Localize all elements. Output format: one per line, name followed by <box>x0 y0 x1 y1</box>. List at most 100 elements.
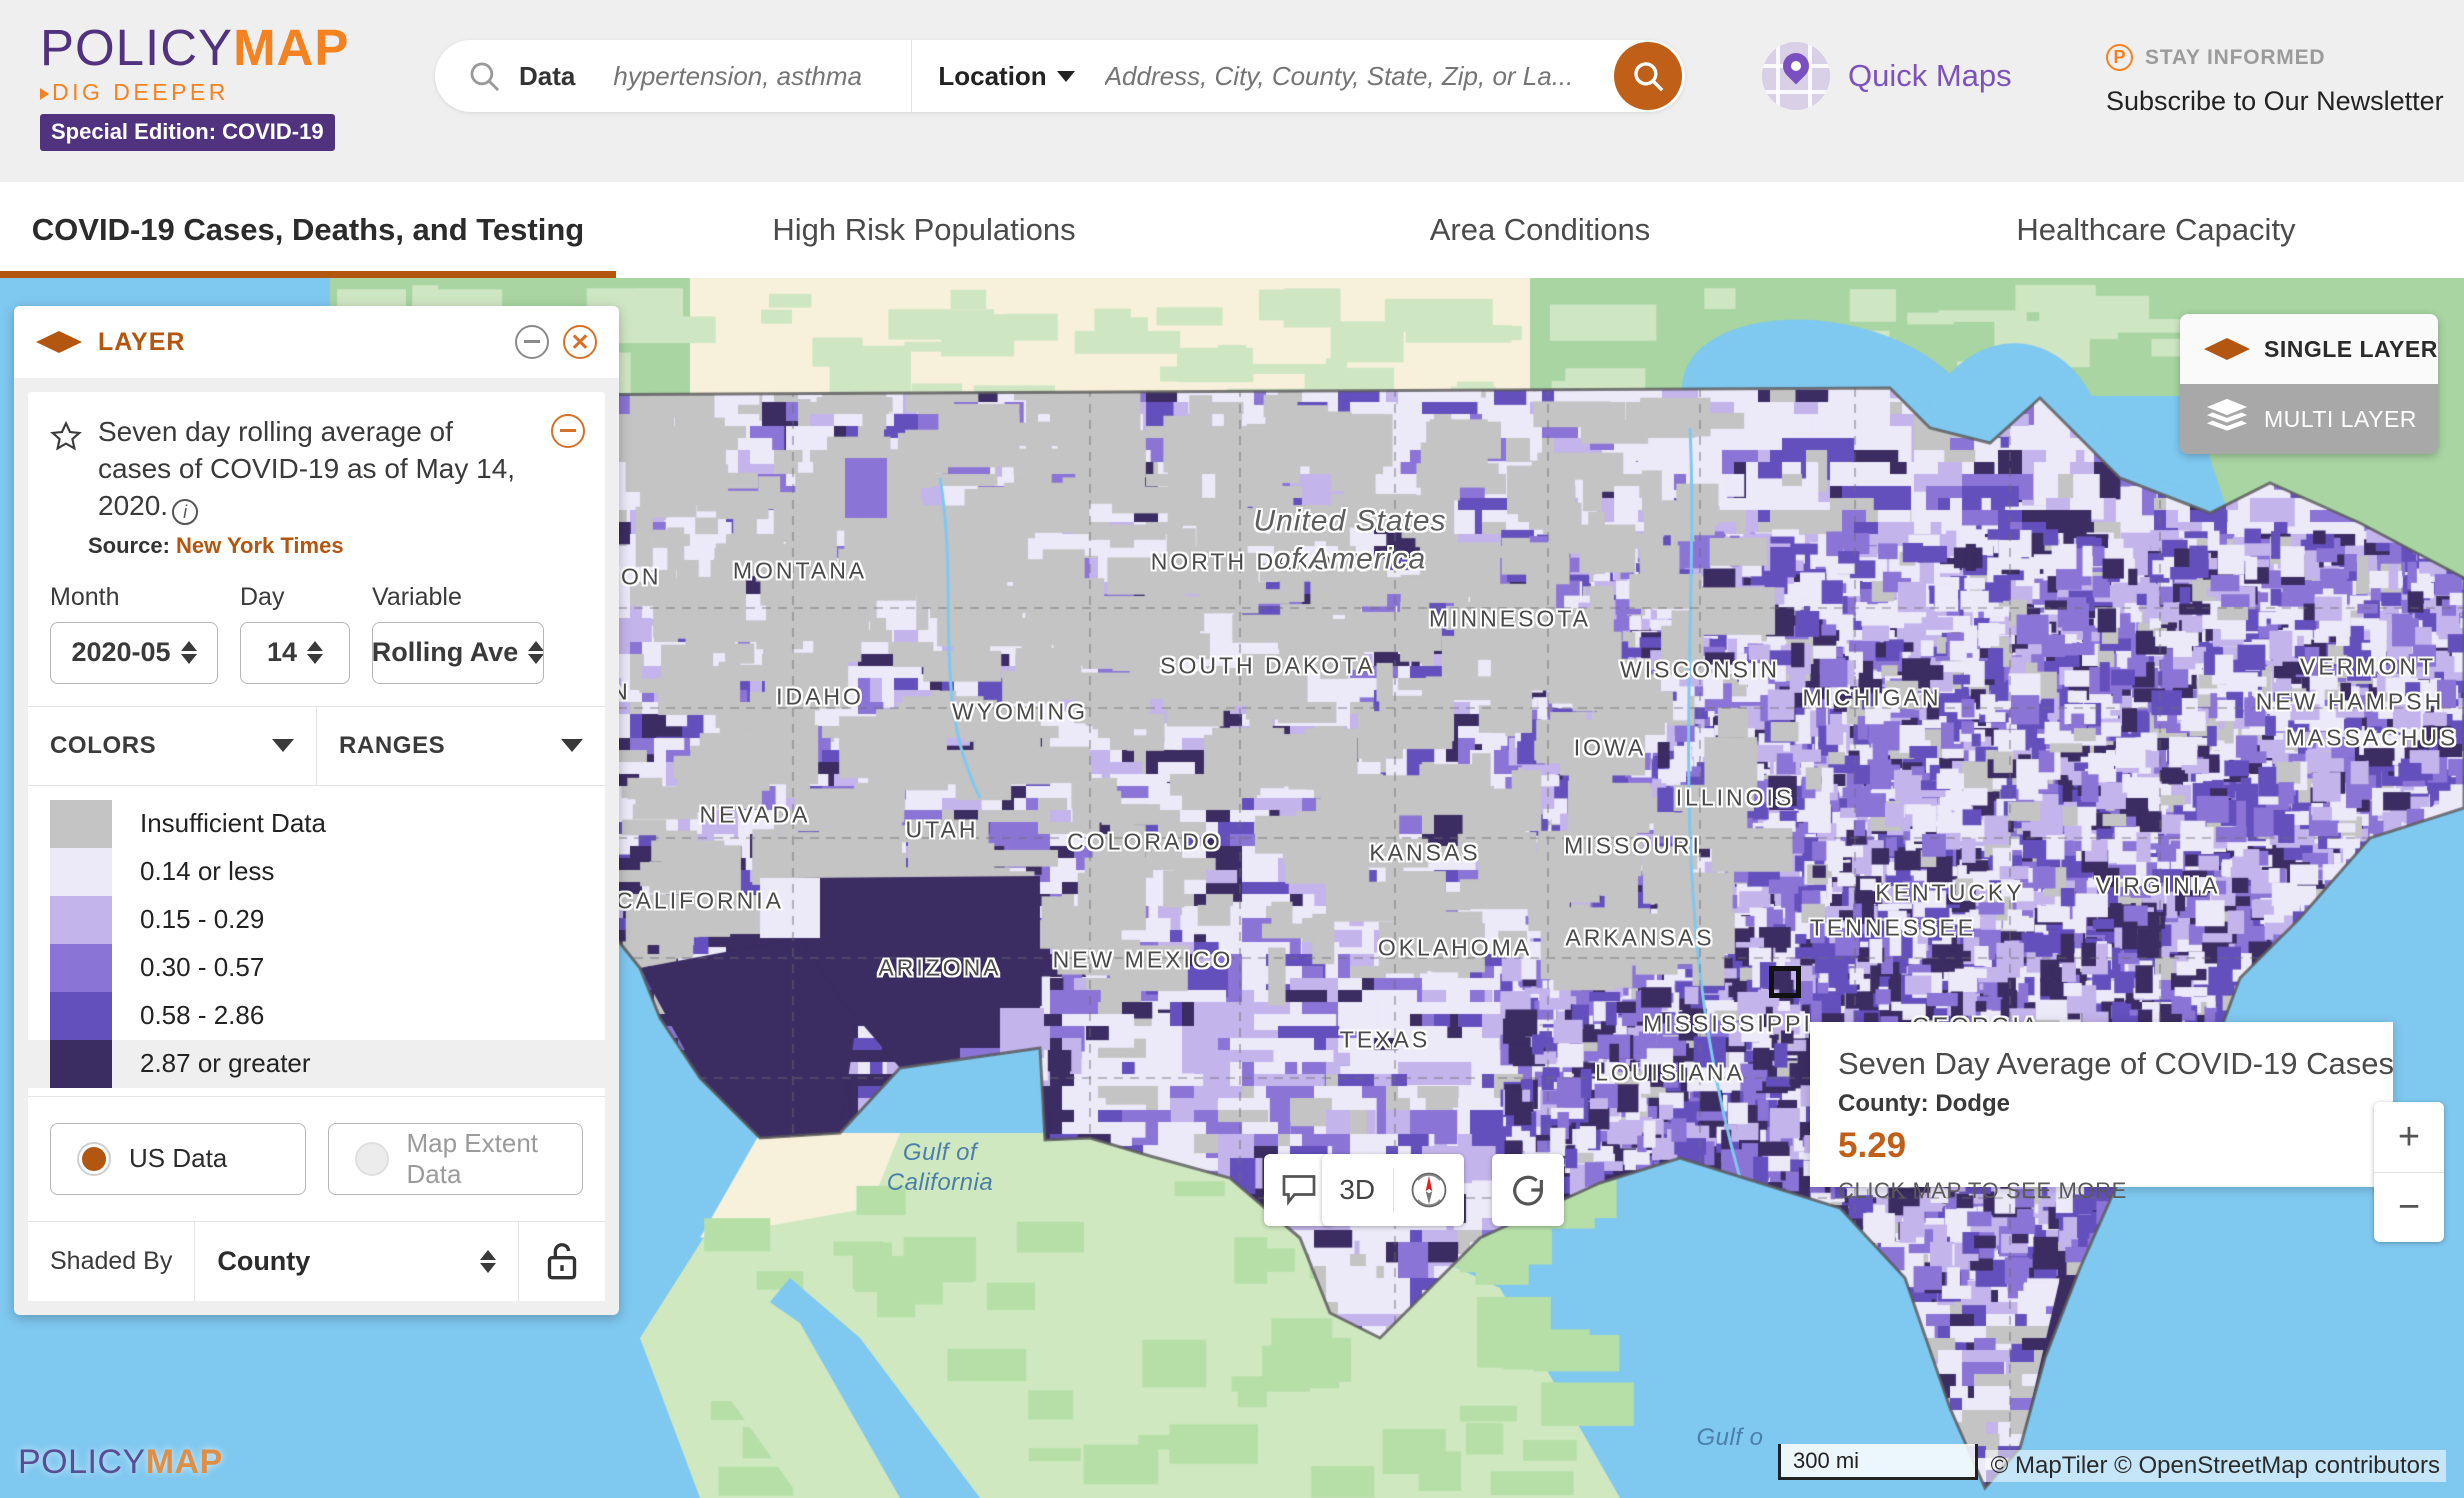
legend-label: 0.30 - 0.57 <box>140 952 265 983</box>
star-icon[interactable] <box>50 420 82 525</box>
colors-label: COLORS <box>50 731 157 759</box>
ranges-label: RANGES <box>339 731 446 759</box>
legend-swatch <box>50 799 112 848</box>
logo-wordmark: POLICYMAP <box>40 22 360 73</box>
layer-source-row: Source: New York Times <box>28 525 605 579</box>
variable-selector-group: Variable Rolling Ave <box>372 583 544 684</box>
3d-and-compass-group[interactable]: 3D <box>1322 1154 1464 1226</box>
app-header: POLICYMAP DIG DEEPER Special Edition: CO… <box>0 0 2464 182</box>
legend-row[interactable]: 2.87 or greater <box>28 1039 605 1088</box>
tab-area-conditions[interactable]: Area Conditions <box>1232 182 1848 278</box>
search-submit-button[interactable] <box>1614 42 1682 110</box>
logo-tagline-text: DIG DEEPER <box>52 79 229 105</box>
legend-label: 2.87 or greater <box>140 1048 311 1079</box>
data-extent-options: US Data Map Extent Data <box>28 1095 605 1221</box>
tab-healthcare-capacity[interactable]: Healthcare Capacity <box>1848 182 2464 278</box>
chevron-down-icon <box>272 739 294 753</box>
quick-maps-icon <box>1762 42 1830 110</box>
legend-row[interactable]: 0.30 - 0.57 <box>28 943 605 992</box>
month-value: 2020-05 <box>71 637 171 668</box>
single-layer-label: SINGLE LAYER <box>2264 335 2438 362</box>
variable-label: Variable <box>372 582 462 611</box>
legend-label: Insufficient Data <box>140 808 326 839</box>
stack-icon <box>2204 397 2250 442</box>
layer-panel-header-actions: ✕ <box>515 325 597 359</box>
layer-description: Seven day rolling average of cases of CO… <box>98 414 583 525</box>
scale-label: 300 mi <box>1793 1447 1860 1473</box>
day-selector-group: Day 14 <box>240 583 350 684</box>
special-edition-badge: Special Edition: COVID-19 <box>40 114 335 151</box>
minimize-panel-button[interactable] <box>515 325 549 359</box>
radio-selected-icon <box>77 1141 111 1176</box>
quick-maps-button[interactable]: Quick Maps <box>1762 42 2012 110</box>
logo-tagline: DIG DEEPER <box>40 79 360 106</box>
diamond-icon <box>36 331 82 353</box>
3d-label: 3D <box>1339 1174 1376 1205</box>
multi-layer-option[interactable]: MULTI LAYER <box>2180 384 2438 454</box>
colors-dropdown[interactable]: COLORS <box>28 707 316 785</box>
ranges-dropdown[interactable]: RANGES <box>316 706 605 785</box>
compass-icon[interactable] <box>1392 1168 1465 1212</box>
stepper-arrows-icon <box>307 641 324 665</box>
us-data-label: US Data <box>129 1143 228 1174</box>
variable-select[interactable]: Rolling Ave <box>372 621 544 684</box>
legend-swatch <box>50 991 112 1040</box>
layer-selectors: Month 2020-05 Day 14 Variable Rolling Av… <box>28 579 605 707</box>
policymap-logo[interactable]: POLICYMAP DIG DEEPER Special Edition: CO… <box>40 22 360 151</box>
stepper-arrows-icon <box>528 641 543 665</box>
search-divider <box>911 40 913 112</box>
shaded-by-select[interactable]: County <box>194 1221 519 1301</box>
multi-layer-label: MULTI LAYER <box>2264 405 2417 432</box>
single-layer-option[interactable]: SINGLE LAYER <box>2180 314 2438 384</box>
reload-map-button[interactable] <box>1492 1154 1564 1226</box>
legend-row[interactable]: 0.14 or less <box>28 847 605 896</box>
watermark-policy: POLICY <box>18 1443 146 1481</box>
zoom-controls[interactable]: + − <box>2374 1102 2444 1242</box>
source-link[interactable]: New York Times <box>176 533 344 558</box>
layer-panel[interactable]: LAYER ✕ Seven day rolling average of cas… <box>14 306 619 1315</box>
3d-toggle-button[interactable]: 3D <box>1322 1174 1393 1206</box>
map-hover-tooltip: Seven Day Average of COVID-19 Cases Coun… <box>1810 1022 2394 1203</box>
triangle-icon <box>40 87 49 100</box>
global-search-bar[interactable]: Data Location <box>435 40 1685 112</box>
shaded-by-row: Shaded By County <box>28 1220 605 1301</box>
collapse-layer-button[interactable] <box>551 414 585 448</box>
radio-unselected-icon <box>354 1141 389 1176</box>
policymap-watermark: POLICYMAP <box>18 1443 223 1482</box>
shaded-by-value: County <box>217 1245 311 1276</box>
tooltip-footer: CLICK MAP TO SEE MORE <box>1838 1178 2127 1203</box>
tab-high-risk-populations[interactable]: High Risk Populations <box>616 182 1232 278</box>
source-label: Source: <box>88 532 170 558</box>
zoom-out-button[interactable]: − <box>2374 1172 2444 1242</box>
month-select[interactable]: 2020-05 <box>50 621 218 684</box>
layer-panel-title: LAYER <box>98 327 186 356</box>
legend-label: 0.14 or less <box>140 856 275 887</box>
day-label: Day <box>240 582 285 611</box>
close-panel-button[interactable]: ✕ <box>563 325 597 359</box>
legend-row[interactable]: 0.58 - 2.86 <box>28 991 605 1040</box>
zoom-in-button[interactable]: + <box>2374 1102 2444 1172</box>
variable-value: Rolling Ave <box>372 637 519 668</box>
shaded-by-label: Shaded By <box>50 1246 173 1275</box>
data-search-input[interactable] <box>611 59 912 93</box>
unlock-icon[interactable] <box>519 1222 605 1301</box>
stepper-arrows-icon <box>480 1249 496 1273</box>
map-attribution: © MapTiler © OpenStreetMap contributors <box>1984 1450 2446 1482</box>
diamond-icon <box>2204 338 2250 360</box>
map-extent-data-option[interactable]: Map Extent Data <box>327 1122 583 1195</box>
location-dropdown[interactable]: Location <box>938 61 1075 92</box>
day-select[interactable]: 14 <box>240 621 350 684</box>
section-tabs: COVID-19 Cases, Deaths, and Testing High… <box>0 182 2464 278</box>
info-icon[interactable]: i <box>172 498 199 525</box>
subscribe-newsletter-link[interactable]: Subscribe to Our Newsletter <box>2106 86 2444 117</box>
stepper-arrows-icon <box>180 641 197 665</box>
legend-row[interactable]: 0.15 - 0.29 <box>28 895 605 944</box>
chevron-down-icon <box>561 739 583 753</box>
tab-covid-cases-deaths-testing[interactable]: COVID-19 Cases, Deaths, and Testing <box>0 182 616 278</box>
layer-mode-switch[interactable]: SINGLE LAYER MULTI LAYER <box>2180 314 2438 454</box>
layer-panel-header: LAYER ✕ <box>14 306 619 378</box>
us-data-option[interactable]: US Data <box>50 1122 306 1195</box>
legend-row[interactable]: Insufficient Data <box>28 799 605 848</box>
location-search-input[interactable] <box>1102 59 1583 93</box>
legend-swatch <box>50 895 112 944</box>
